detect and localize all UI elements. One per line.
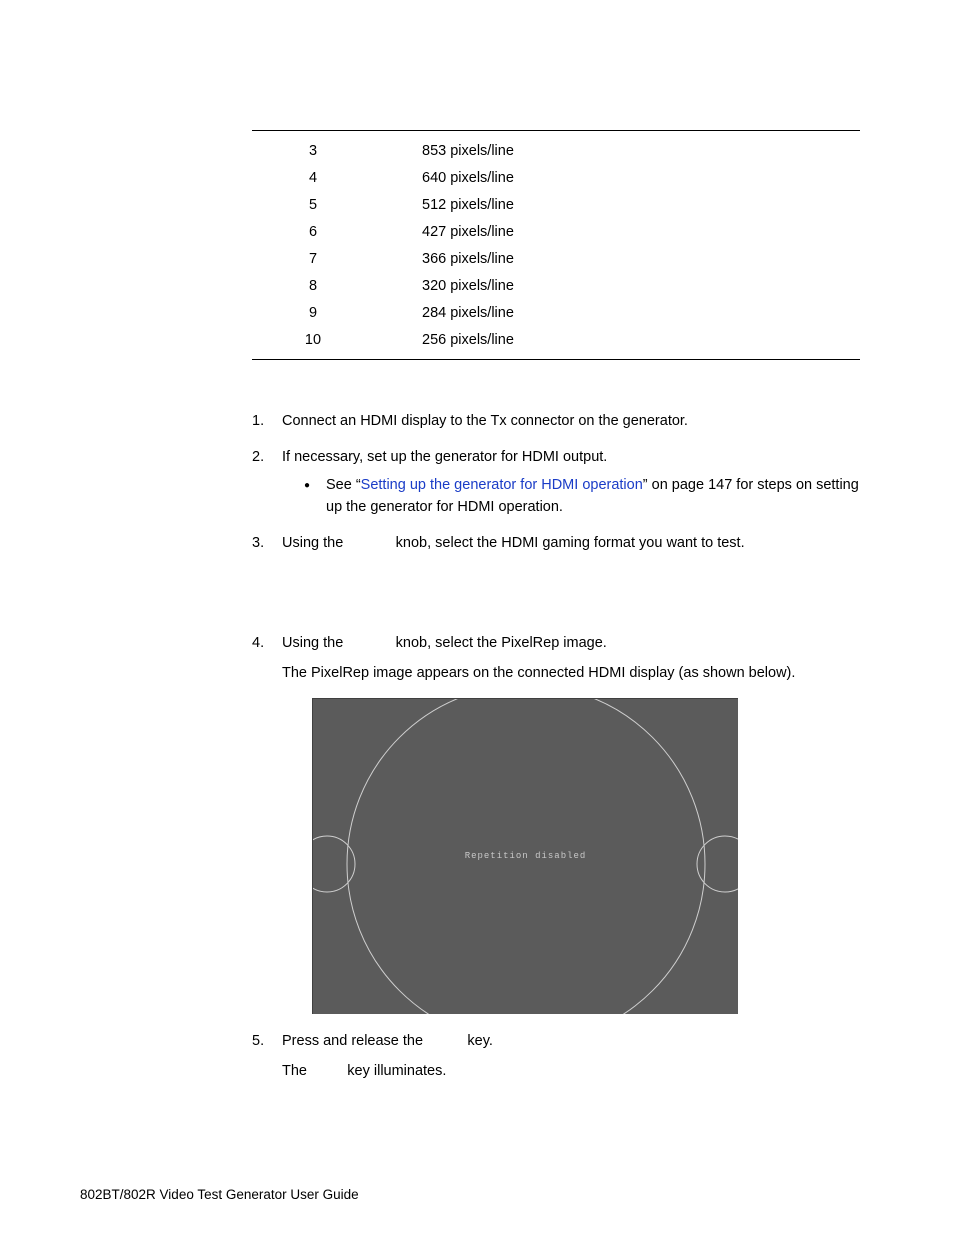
blank-key-name (427, 1033, 463, 1049)
step-text: If necessary, set up the generator for H… (282, 449, 607, 465)
figure-caption: Repetition disabled (465, 844, 587, 866)
list-body: Using the knob, select the HDMI gaming f… (282, 532, 860, 554)
table-row: 8 320 pixels/line (252, 272, 860, 299)
list-body: Press and release the key. The key illum… (282, 1030, 860, 1082)
table-cell-n: 9 (252, 300, 374, 326)
step-post: knob, select the PixelRep image. (392, 635, 607, 651)
list-item: 4. Using the knob, select the PixelRep i… (252, 632, 860, 1014)
bullet-dot-icon: ● (304, 474, 326, 518)
link-pre: See “ (326, 477, 361, 493)
list-item: 1. Connect an HDMI display to the Tx con… (252, 410, 860, 432)
follow-pre: The (282, 1063, 311, 1079)
blank-knob-name (347, 635, 391, 651)
table-cell-n: 7 (252, 246, 374, 272)
table-cell-n: 5 (252, 192, 374, 218)
table-row: 4 640 pixels/line (252, 164, 860, 191)
footer-text: 802BT/802R Video Test Generator User Gui… (80, 1187, 359, 1202)
table-cell-v: 512 pixels/line (374, 192, 634, 218)
list-number: 1. (252, 410, 282, 432)
table-cell-n: 10 (252, 327, 374, 353)
table-row: 10 256 pixels/line (252, 326, 860, 353)
table-cell-v: 853 pixels/line (374, 138, 634, 164)
table-cell-n: 4 (252, 165, 374, 191)
spacer (252, 568, 860, 632)
table-cell-n: 3 (252, 138, 374, 164)
list-number: 5. (252, 1030, 282, 1082)
table-cell-v: 640 pixels/line (374, 165, 634, 191)
list-item: 5. Press and release the key. The key il… (252, 1030, 860, 1082)
table-row: 3 853 pixels/line (252, 137, 860, 164)
table-row: 5 512 pixels/line (252, 191, 860, 218)
blank-knob-name (347, 535, 391, 551)
step-post: key. (463, 1033, 493, 1049)
table-cell-v: 256 pixels/line (374, 327, 634, 353)
step-follow: The key illuminates. (282, 1060, 860, 1082)
list-body: Connect an HDMI display to the Tx connec… (282, 410, 860, 432)
step-pre: Using the (282, 635, 347, 651)
list-item: 3. Using the knob, select the HDMI gamin… (252, 532, 860, 554)
follow-post: key illuminates. (343, 1063, 446, 1079)
table-cell-v: 284 pixels/line (374, 300, 634, 326)
pixelrep-figure: Repetition disabled (312, 698, 738, 1014)
table-row: 6 427 pixels/line (252, 218, 860, 245)
blank-key-name (311, 1063, 343, 1079)
list-number: 3. (252, 532, 282, 554)
pixel-table: 3 853 pixels/line 4 640 pixels/line 5 51… (252, 130, 860, 360)
table-cell-n: 6 (252, 219, 374, 245)
list-item: 2. If necessary, set up the generator fo… (252, 446, 860, 518)
step-pre: Press and release the (282, 1033, 427, 1049)
table-cell-v: 366 pixels/line (374, 246, 634, 272)
table-cell-v: 427 pixels/line (374, 219, 634, 245)
table-cell-n: 8 (252, 273, 374, 299)
list-number: 2. (252, 446, 282, 518)
link-hdmi-setup[interactable]: Setting up the generator for HDMI operat… (361, 477, 643, 493)
list-body: Using the knob, select the PixelRep imag… (282, 632, 860, 1014)
ordered-list: 1. Connect an HDMI display to the Tx con… (252, 410, 860, 1082)
table-row: 9 284 pixels/line (252, 299, 860, 326)
table-row: 7 366 pixels/line (252, 245, 860, 272)
list-body: If necessary, set up the generator for H… (282, 446, 860, 518)
sub-body: See “Setting up the generator for HDMI o… (326, 474, 860, 518)
table-cell-v: 320 pixels/line (374, 273, 634, 299)
list-number: 4. (252, 632, 282, 1014)
step-post: knob, select the HDMI gaming format you … (392, 535, 745, 551)
pixel-table-rows: 3 853 pixels/line 4 640 pixels/line 5 51… (252, 131, 860, 359)
sub-bullet: ● See “Setting up the generator for HDMI… (304, 474, 860, 518)
step-pre: Using the (282, 535, 347, 551)
page-content: 3 853 pixels/line 4 640 pixels/line 5 51… (252, 130, 860, 1096)
step-follow: The PixelRep image appears on the connec… (282, 662, 860, 684)
